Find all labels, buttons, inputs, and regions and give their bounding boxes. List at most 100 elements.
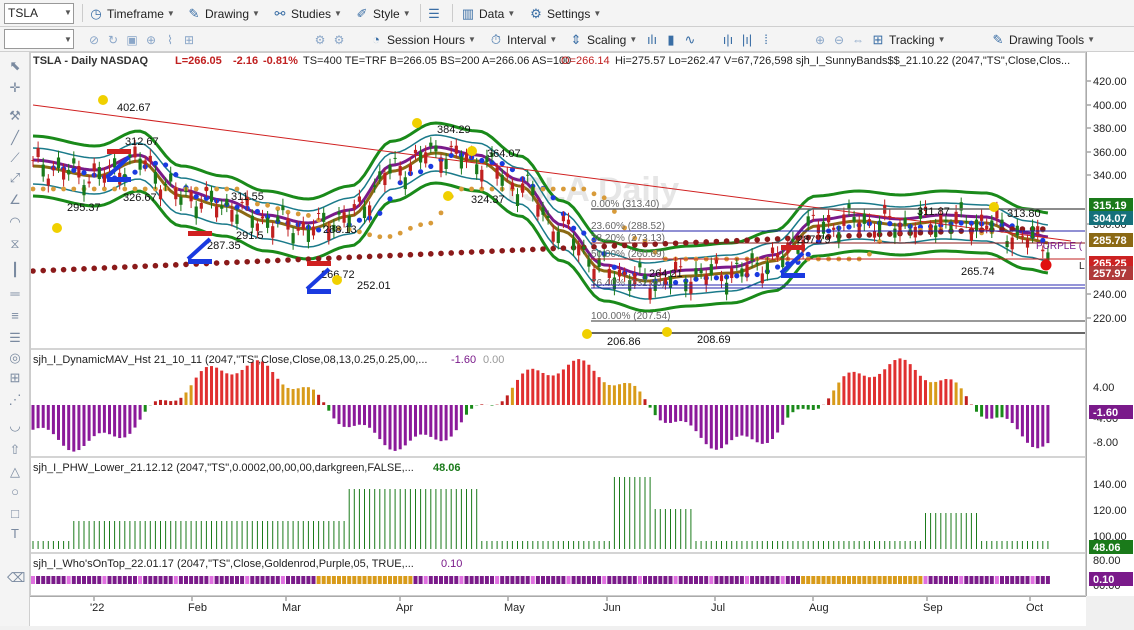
angle-icon[interactable]: ∠ [7,192,23,208]
orange-ma-dot [540,186,546,192]
candle-icon[interactable]: ▮ [663,32,679,48]
layout-button[interactable]: ☰ [426,4,442,23]
style-menu[interactable]: ✐ Style ▼ [354,4,411,23]
drawing-menu[interactable]: ✎ Drawing ▼ [186,4,260,23]
maroon-ma-dot [866,232,873,238]
arc-icon[interactable]: ◠ [7,214,23,230]
curve-icon[interactable]: ◡ [7,418,23,434]
candle-body [403,177,407,190]
candle-body [709,264,713,276]
candle-body [842,214,846,226]
candle-body [811,214,815,216]
signal-marker-blue-bar [188,259,212,264]
candle-body [480,169,484,182]
orange-ma-dot [357,229,362,235]
blue-ma-dot [81,170,87,176]
zoom-in-icon[interactable]: ⊕ [812,32,828,48]
ray-icon[interactable]: ⟋ [7,150,23,166]
price-annotation: 252.01 [357,280,391,292]
price-tick-label: 340.00 [1093,170,1127,182]
candle-body [990,220,994,232]
speed-lines-icon[interactable]: ⋰ [7,392,23,408]
grid2-icon[interactable]: ⚙ [331,32,347,48]
signal-marker-red [107,149,131,154]
rectangle-icon[interactable]: □ [7,506,23,522]
erase-icon[interactable]: ⌫ [7,570,25,586]
gann-icon[interactable]: ⊞ [7,370,23,386]
time-tick-label: Feb [188,602,207,614]
chart-icon[interactable]: ⌇ [162,32,178,48]
fib-icon[interactable]: ⧖ [7,236,23,252]
chevron-down-icon: ▼ [1087,35,1096,44]
crosshair-icon[interactable]: ✛ [7,80,23,96]
orange-ma-dot [367,232,372,238]
candle-body [750,253,754,262]
hl-icon[interactable]: |ı| [739,32,755,48]
timeframe-menu[interactable]: ◷ Timeframe ▼ [88,4,175,23]
bar-chart-icon[interactable]: ılı [644,32,660,48]
blue-ma-dot [193,194,199,200]
fib-level-label: 50.00% (260.69) [591,249,665,260]
studies-menu[interactable]: ⚯ Studies ▼ [272,4,342,23]
chart-area[interactable]: TSLA Daily 0.00% (313.40) 23.60% (288.52)… [30,52,1086,596]
candle-body [454,145,458,154]
ellipse-icon[interactable]: ○ [7,484,23,500]
arrow-up-icon[interactable]: ⇧ [7,442,23,458]
zoom-icon[interactable]: ⊕ [143,32,159,48]
line-icon[interactable]: ╱ [7,130,23,146]
candle-body [577,244,581,256]
horizontal-line-icon[interactable]: ═ [7,286,23,302]
symbol-dropdown-icon[interactable]: ▼ [64,8,72,17]
settings-menu[interactable]: ⚙ Settings ▼ [528,4,601,23]
time-tick-label: May [504,602,525,614]
orange-ma-dot [867,251,872,257]
interval-dropdown-icon[interactable]: ▼ [64,35,72,44]
grid-icon[interactable]: ⊞ [181,32,197,48]
window-icon[interactable]: ▣ [124,32,140,48]
refresh-icon[interactable]: ↻ [105,32,121,48]
spiral-icon[interactable]: ◎ [7,350,23,366]
data-menu[interactable]: ▥ Data ▼ [460,4,515,23]
session-hours-menu[interactable]: ◔ Session Hours ▼ [368,30,476,49]
pointer-icon[interactable]: ⬉ [7,58,23,74]
maroon-ma-dot [285,257,291,263]
orange-ma-dot [31,186,36,192]
gear-icon[interactable]: ⚙ [312,32,328,48]
blue-ma-dot [581,230,587,236]
candle-body [352,204,356,209]
fib-retrace-icon[interactable]: ☰ [7,330,23,346]
price-annotation: 313.80 [1007,208,1041,220]
line-chart-icon[interactable]: ∿ [682,32,698,48]
dot-icon[interactable]: ⁞ [758,32,774,48]
vertical-line-icon[interactable]: ┃ [7,262,23,278]
candle-body [572,238,576,251]
channel-icon[interactable]: ≡ [7,308,23,324]
blue-ma-dot [713,275,720,281]
zoom-fit-icon[interactable]: ⇔ [850,32,866,48]
candle-body [362,206,367,219]
maroon-ma-dot [509,247,516,254]
triangle-icon[interactable]: △ [7,464,23,480]
maroon-ma-dot [550,245,556,252]
trendline-icon[interactable]: ⤢ [7,170,23,186]
swing-dot [989,202,999,212]
ohlc-icon[interactable]: ı|ı [720,32,736,48]
maroon-ma-dot [458,249,465,256]
gear-icon: ⚙ [530,5,542,21]
orange-ma-dot [40,186,46,192]
interval-menu[interactable]: ⏱ Interval ▼ [488,30,557,49]
candle-body [969,231,973,241]
candle-body [561,216,565,222]
orange-ma-dot [224,186,230,192]
link-icon[interactable]: ⊘ [86,32,102,48]
text-icon[interactable]: T [7,526,23,542]
wrench-icon[interactable]: ⚒ [7,108,23,124]
time-axis[interactable]: '22 Feb Mar Apr May Jun Jul Aug Sep Oct [30,596,1086,626]
price-axis[interactable]: 420.00400.00380.00360.00340.00300.00240.… [1086,52,1134,596]
blue-ma-dot [418,169,424,175]
scaling-menu[interactable]: ⇕ Scaling ▼ [568,30,638,49]
orange-ma-dot [561,186,566,192]
drawing-tools-menu[interactable]: ✎ Drawing Tools ▼ [990,30,1096,49]
tracking-menu[interactable]: ⊞ Tracking ▼ [870,30,946,49]
zoom-out-icon[interactable]: ⊖ [831,32,847,48]
